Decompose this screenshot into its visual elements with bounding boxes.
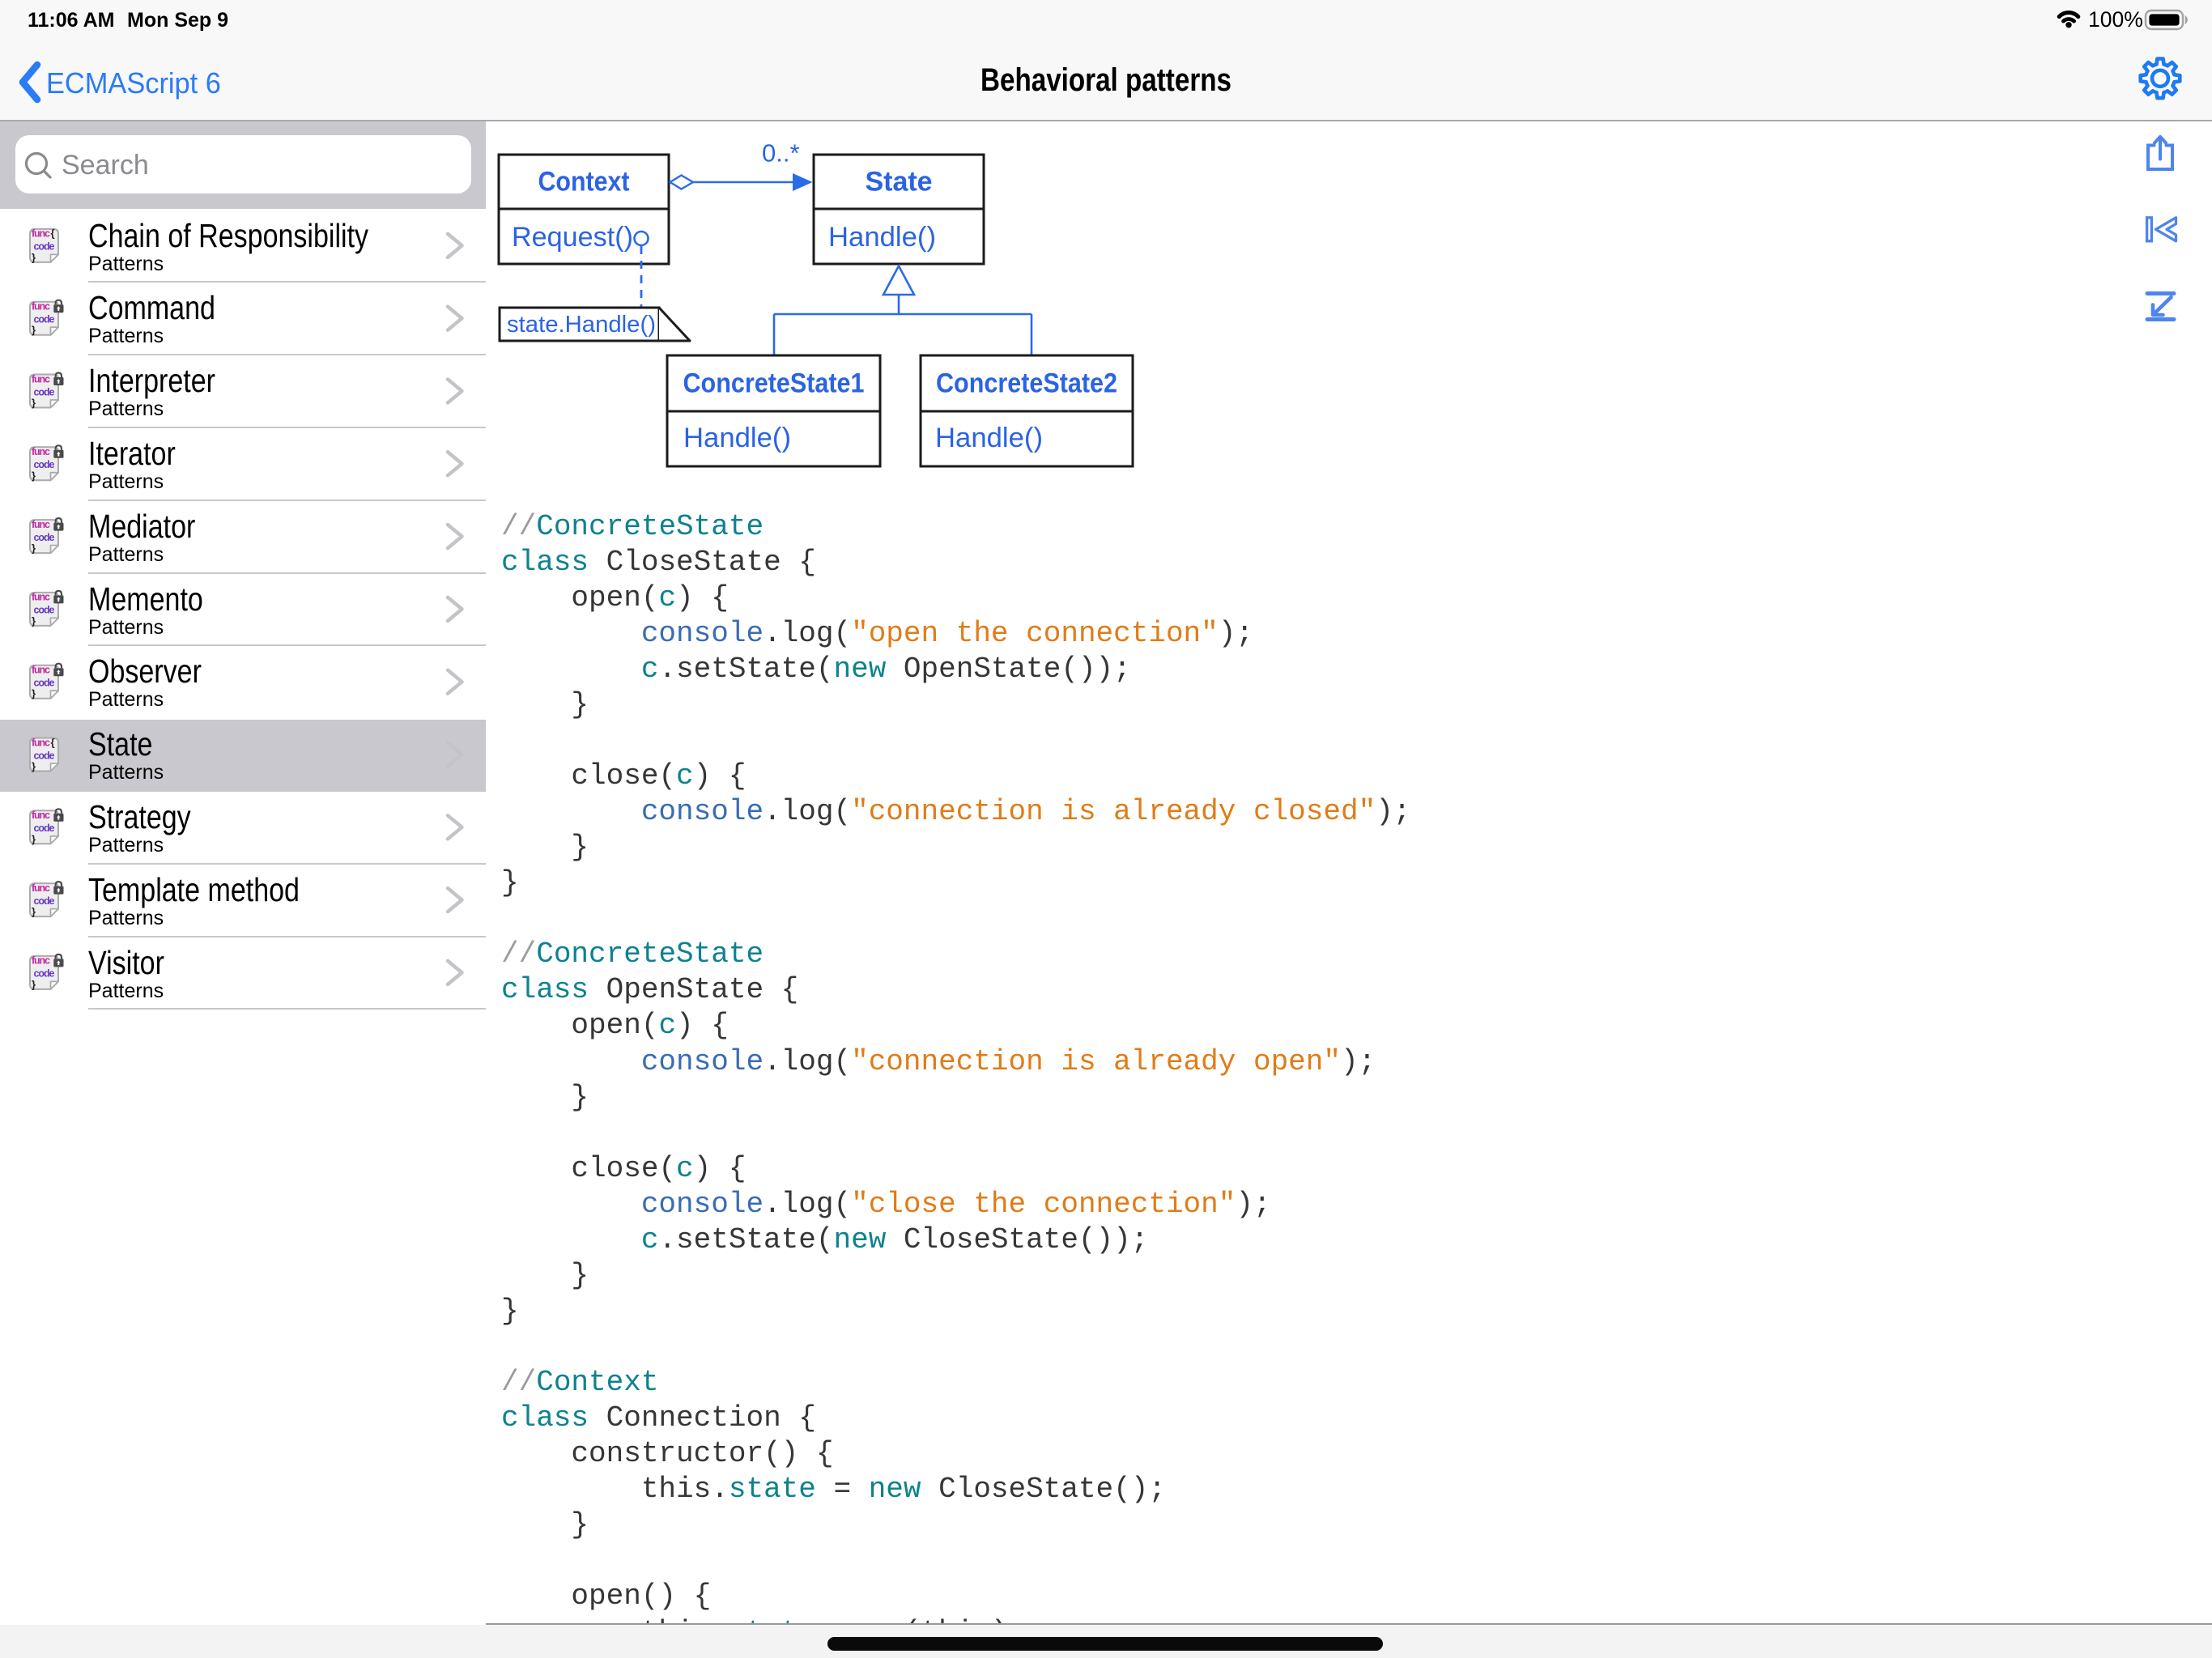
svg-text:Request(): Request() — [512, 222, 633, 253]
svg-text:state.Handle(): state.Handle() — [507, 312, 656, 338]
svg-text:ConcreteState1: ConcreteState1 — [683, 368, 865, 399]
svg-text:Context: Context — [538, 167, 630, 198]
svg-text:Handle(): Handle() — [828, 222, 936, 253]
svg-text:Handle(): Handle() — [935, 423, 1043, 453]
svg-text:0..*: 0..* — [762, 139, 800, 168]
svg-text:State: State — [866, 167, 933, 198]
svg-text:Handle(): Handle() — [683, 423, 791, 453]
svg-text:ConcreteState2: ConcreteState2 — [936, 368, 1117, 399]
